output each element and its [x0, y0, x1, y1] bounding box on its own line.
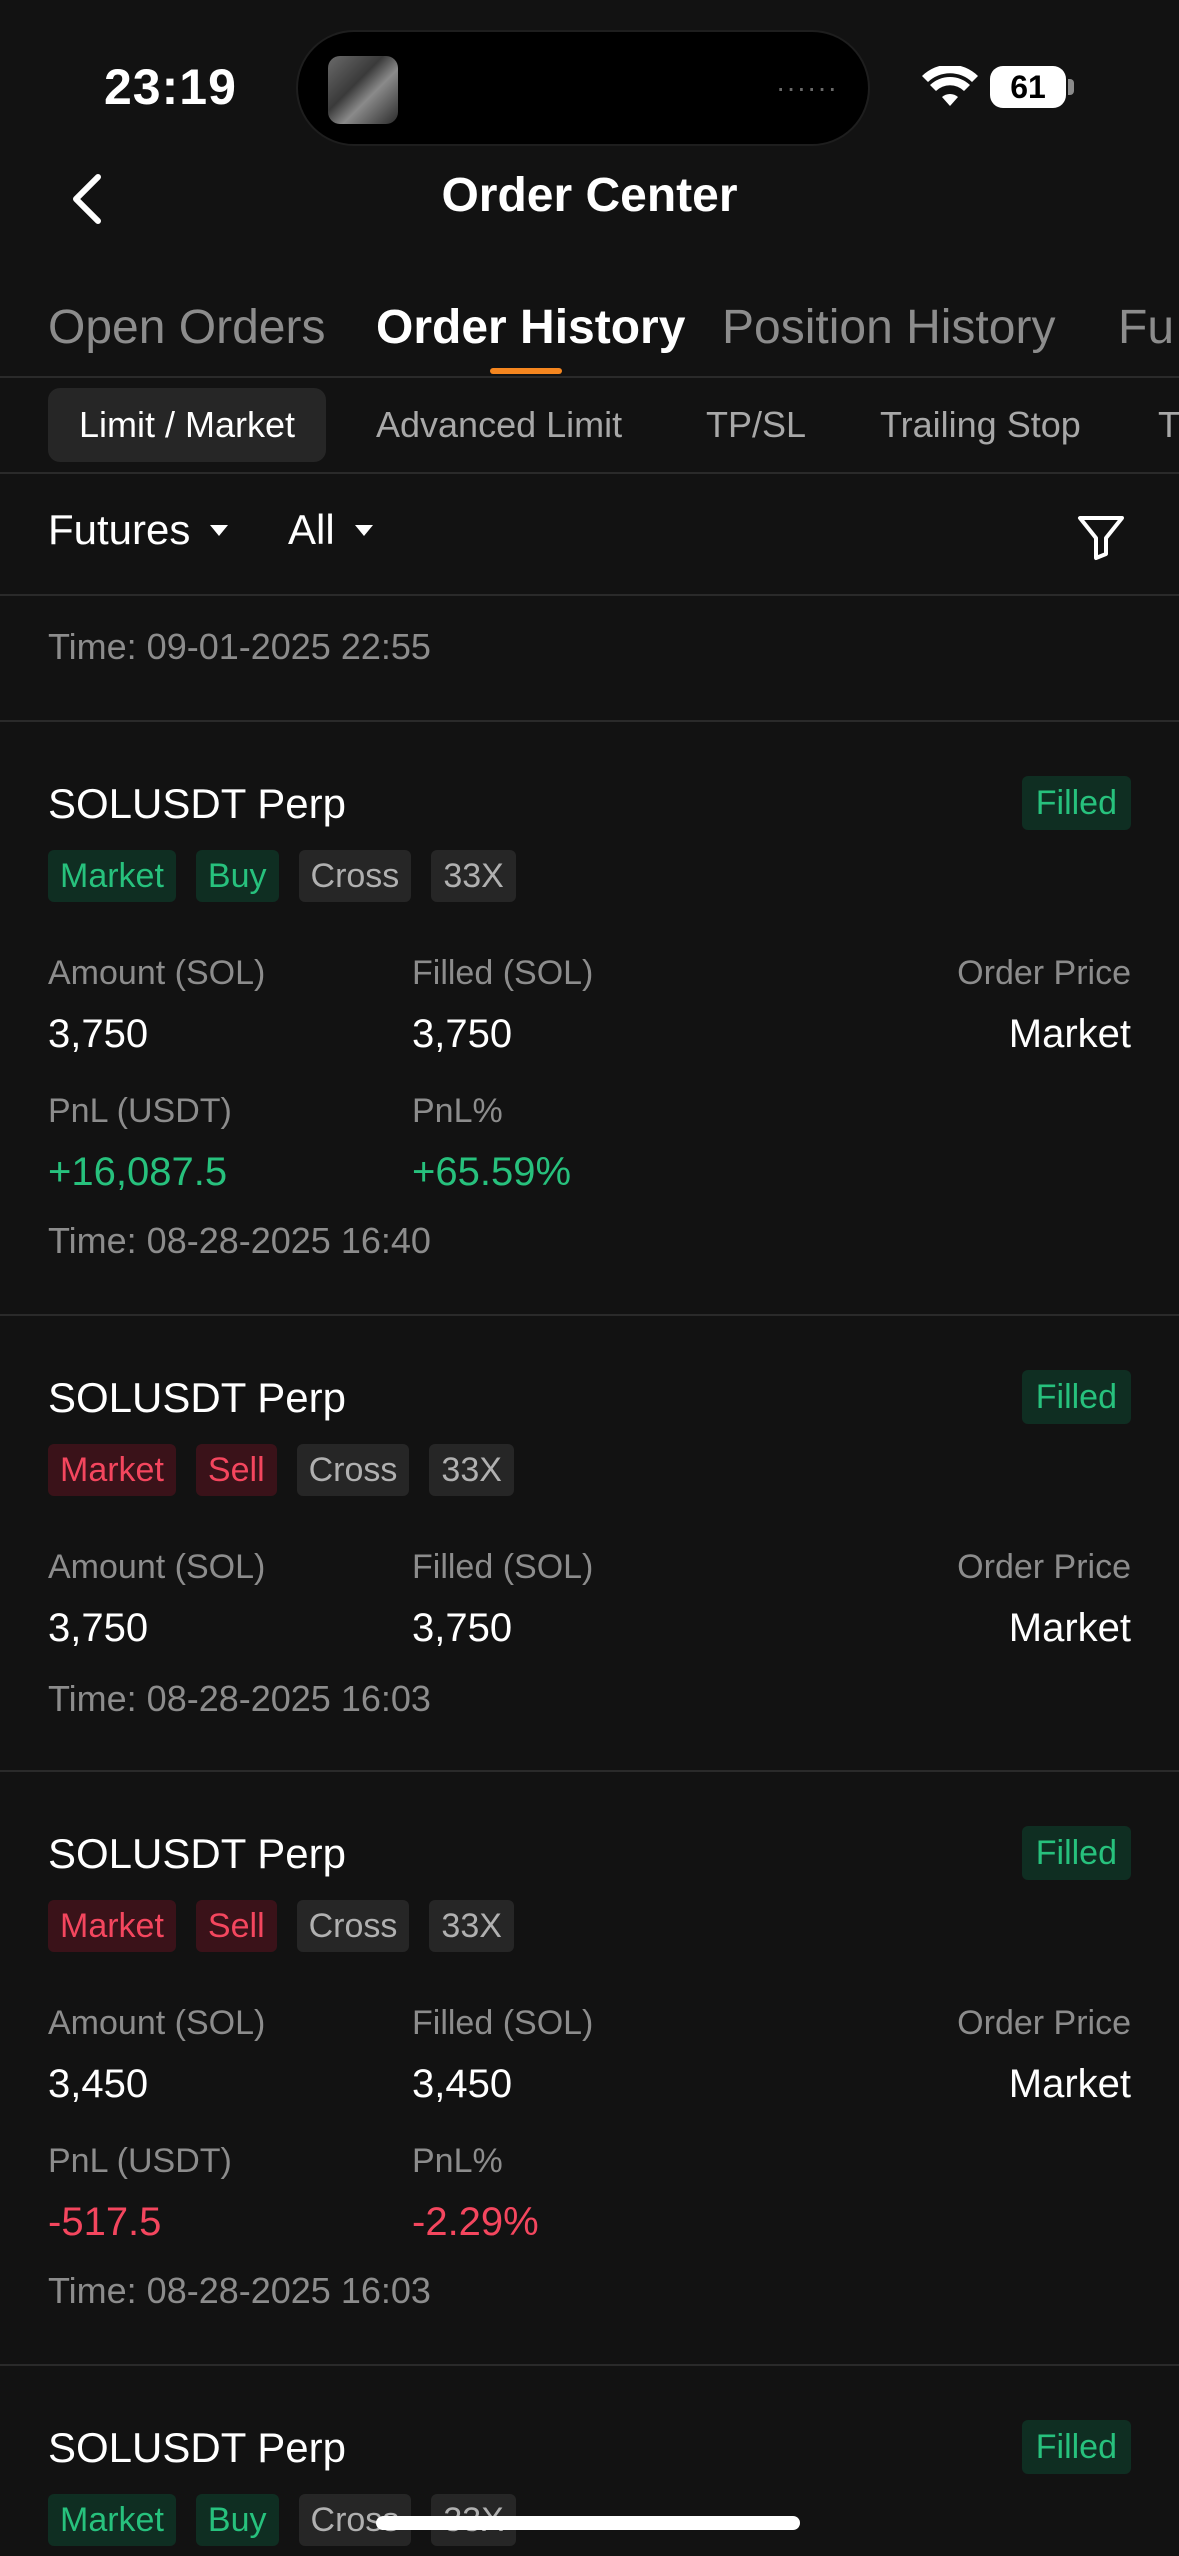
subtab-more[interactable]: T	[1158, 388, 1179, 462]
subtabs-divider	[0, 472, 1179, 474]
subtab-limit-market[interactable]: Limit / Market	[48, 388, 326, 462]
order-side-tag: Sell	[195, 1900, 277, 1952]
side-filter-label: All	[288, 506, 335, 553]
audio-waveform-icon: ······	[776, 72, 838, 103]
tab-order-history[interactable]: Order History	[376, 300, 685, 355]
battery-icon: 61	[990, 66, 1066, 108]
pnl-pct-value: -2.29%	[412, 2200, 539, 2244]
filled-label: Filled (SOL)	[412, 1548, 594, 1586]
filter-icon[interactable]	[1076, 512, 1126, 562]
margin-mode-tag: Cross	[298, 850, 412, 902]
order-side-tag: Buy	[195, 2494, 279, 2546]
order-price-value: Market	[1008, 1012, 1131, 1056]
status-badge: Filled	[1021, 1826, 1131, 1880]
order-type-tag: Market	[48, 1444, 176, 1496]
pnl-label: PnL (USDT)	[48, 1092, 232, 1130]
active-tab-indicator	[490, 368, 562, 374]
filters-divider	[0, 594, 1179, 596]
filled-value: 3,450	[412, 2062, 513, 2106]
pnl-pct-label: PnL%	[412, 1092, 503, 1130]
home-indicator[interactable]	[376, 2516, 800, 2530]
order-tags: Market Sell Cross 33X	[48, 1444, 514, 1496]
margin-mode-tag: Cross	[296, 1444, 410, 1496]
leverage-tag: 33X	[429, 1444, 514, 1496]
filled-value: 3,750	[412, 1606, 513, 1650]
order-card[interactable]: SOLUSDT Perp Filled Market Buy Cross 33X…	[0, 722, 1179, 1314]
filled-label: Filled (SOL)	[412, 954, 594, 992]
pnl-value: -517.5	[48, 2200, 162, 2244]
leverage-tag: 33X	[431, 850, 516, 902]
order-symbol: SOLUSDT Perp	[48, 780, 346, 827]
order-price-label: Order Price	[957, 954, 1131, 992]
order-type-tabs: Limit / Market Advanced Limit TP/SL Trai…	[0, 388, 1179, 462]
status-badge: Filled	[1021, 2420, 1131, 2474]
dynamic-island[interactable]: ······	[296, 30, 870, 146]
order-card[interactable]: SOLUSDT Perp Filled Market Sell Cross 33…	[0, 1316, 1179, 1768]
order-side-tag: Buy	[195, 850, 279, 902]
side-filter-dropdown[interactable]: All	[288, 506, 373, 554]
status-badge: Filled	[1021, 776, 1131, 830]
filled-value: 3,750	[412, 1012, 513, 1056]
amount-value: 3,750	[48, 1606, 149, 1650]
order-symbol: SOLUSDT Perp	[48, 2424, 346, 2471]
status-badge: Filled	[1021, 1370, 1131, 1424]
wifi-icon	[922, 66, 978, 106]
order-price-label: Order Price	[957, 2004, 1131, 2042]
pnl-value: +16,087.5	[48, 1150, 228, 1194]
tab-funding[interactable]: Fu	[1118, 300, 1174, 355]
pnl-label: PnL (USDT)	[48, 2142, 232, 2180]
amount-label: Amount (SOL)	[48, 954, 266, 992]
order-tags: Market Sell Cross 33X	[48, 1900, 514, 1952]
order-price-value: Market	[1008, 1606, 1131, 1650]
order-tags: Market Buy Cross 33X	[48, 850, 516, 902]
leverage-tag: 33X	[429, 1900, 514, 1952]
battery-cap	[1068, 79, 1074, 95]
tabs-divider	[0, 376, 1179, 378]
subtab-tp-sl[interactable]: TP/SL	[706, 388, 806, 462]
filled-label: Filled (SOL)	[412, 2004, 594, 2042]
status-bar: 23:19 ······ 61	[0, 0, 1179, 170]
subtab-advanced-limit[interactable]: Advanced Limit	[376, 388, 622, 462]
order-side-tag: Sell	[195, 1444, 277, 1496]
caret-down-icon	[354, 524, 373, 536]
order-symbol: SOLUSDT Perp	[48, 1374, 346, 1421]
margin-mode-tag: Cross	[296, 1900, 410, 1952]
order-time: Time: 08-28-2025 16:03	[48, 2270, 431, 2311]
order-type-tag: Market	[48, 1900, 176, 1952]
order-tabs: Open Orders Order History Position Histo…	[0, 300, 1179, 378]
order-type-tag: Market	[48, 2494, 176, 2546]
caret-down-icon	[210, 524, 229, 536]
now-playing-artwork	[328, 56, 398, 124]
order-symbol: SOLUSDT Perp	[48, 1830, 346, 1877]
market-filter-dropdown[interactable]: Futures	[48, 506, 229, 554]
market-filter-label: Futures	[48, 506, 191, 553]
page-title: Order Center	[441, 169, 738, 222]
tab-open-orders[interactable]: Open Orders	[48, 300, 325, 355]
amount-label: Amount (SOL)	[48, 2004, 266, 2042]
order-time: Time: 08-28-2025 16:03	[48, 1678, 431, 1719]
status-time: 23:19	[104, 59, 237, 115]
order-price-value: Market	[1008, 2062, 1131, 2106]
pnl-pct-value: +65.59%	[412, 1150, 572, 1194]
amount-value: 3,450	[48, 2062, 149, 2106]
order-time: Time: 08-28-2025 16:40	[48, 1220, 431, 1261]
pnl-pct-label: PnL%	[412, 2142, 503, 2180]
tab-position-history[interactable]: Position History	[722, 300, 1055, 355]
amount-label: Amount (SOL)	[48, 1548, 266, 1586]
order-time: Time: 09-01-2025 22:55	[48, 626, 431, 667]
amount-value: 3,750	[48, 1012, 149, 1056]
subtab-trailing-stop[interactable]: Trailing Stop	[880, 388, 1081, 462]
order-price-label: Order Price	[957, 1548, 1131, 1586]
order-type-tag: Market	[48, 850, 176, 902]
order-card[interactable]: SOLUSDT Perp Filled Market Sell Cross 33…	[0, 1772, 1179, 2364]
